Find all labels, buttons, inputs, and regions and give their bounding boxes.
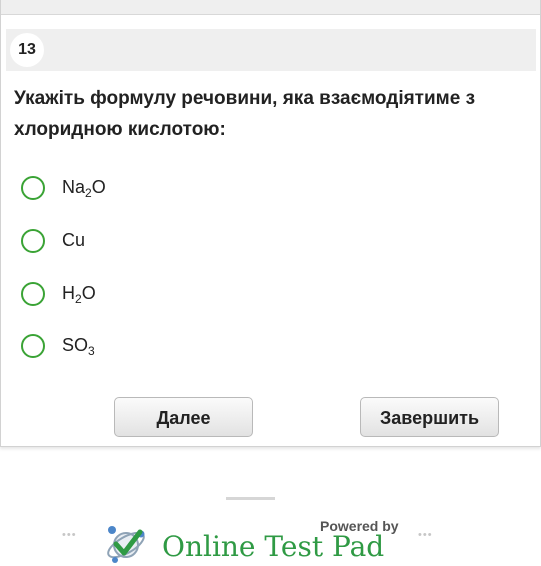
radio-button[interactable] xyxy=(21,176,45,200)
radio-button[interactable] xyxy=(21,334,45,358)
question-card: 13 Укажіть формулу речовини, яка взаємод… xyxy=(0,0,541,447)
question-header: 13 xyxy=(6,29,536,71)
answer-label: H2O xyxy=(62,283,96,306)
left-dots: ••• xyxy=(62,529,77,541)
answer-option-4[interactable]: SO3 xyxy=(20,333,320,363)
top-strip xyxy=(1,0,540,15)
answer-label: Na2O xyxy=(62,177,106,200)
next-button[interactable]: Далее xyxy=(114,397,253,437)
answer-option-1[interactable]: Na2O xyxy=(20,175,320,205)
answer-label: SO3 xyxy=(62,335,95,358)
answer-option-3[interactable]: H2O xyxy=(20,281,320,311)
question-text: Укажіть формулу речовини, яка взаємодіят… xyxy=(14,88,476,140)
radio-button[interactable] xyxy=(21,282,45,306)
brand-name[interactable]: Online Test Pad xyxy=(162,530,384,563)
right-dots: ••• xyxy=(418,529,433,541)
online-test-pad-logo-icon[interactable] xyxy=(103,522,149,566)
answer-option-2[interactable]: Cu xyxy=(20,228,320,258)
answer-label: Cu xyxy=(62,230,86,250)
radio-button[interactable] xyxy=(21,229,45,253)
footer-divider xyxy=(226,497,275,500)
question-number: 13 xyxy=(10,33,44,67)
finish-button[interactable]: Завершить xyxy=(360,397,499,437)
